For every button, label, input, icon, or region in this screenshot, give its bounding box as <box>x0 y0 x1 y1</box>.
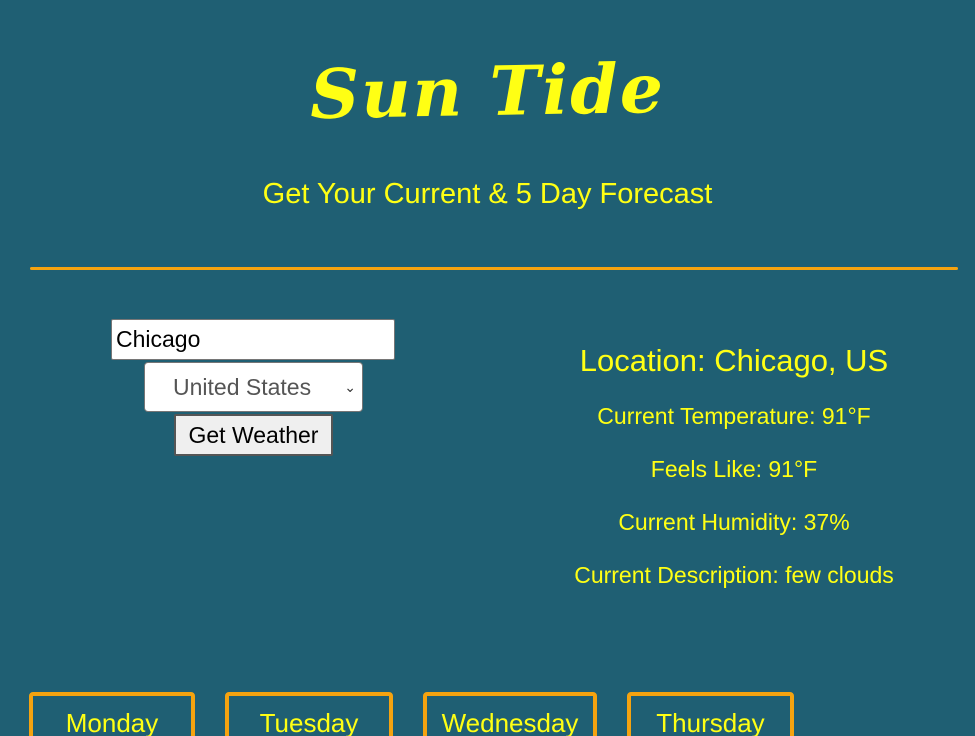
page-subtitle: Get Your Current & 5 Day Forecast <box>262 178 713 210</box>
forecast-card-monday: Monday <box>29 692 195 736</box>
forecast-card-thursday: Thursday <box>627 692 794 736</box>
forecast-card-wednesday: Wednesday <box>423 692 597 736</box>
forecast-day-label: Monday <box>65 708 159 736</box>
get-weather-button[interactable]: Get Weather <box>174 414 333 456</box>
feels-like: Feels Like: 91°F <box>650 456 818 482</box>
current-temperature: Current Temperature: 91°F <box>597 403 871 429</box>
forecast-day-label: Thursday <box>656 708 765 736</box>
chevron-down-icon: ⌄ <box>344 379 356 395</box>
city-input[interactable] <box>111 319 395 360</box>
country-select[interactable]: United States ⌄ <box>144 362 363 412</box>
location-heading: Location: Chicago, US <box>579 343 889 378</box>
country-select-value: United States <box>173 373 312 400</box>
forecast-card-tuesday: Tuesday <box>225 692 393 736</box>
forecast-day-label: Wednesday <box>441 708 579 736</box>
page: Sun Tide Get Your Current & 5 Day Foreca… <box>0 0 975 736</box>
app-title: Sun Tide <box>309 48 666 136</box>
current-description: Current Description: few clouds <box>574 562 894 588</box>
forecast-day-label: Tuesday <box>259 708 359 736</box>
current-humidity: Current Humidity: 37% <box>618 509 850 535</box>
header-divider <box>30 267 958 270</box>
